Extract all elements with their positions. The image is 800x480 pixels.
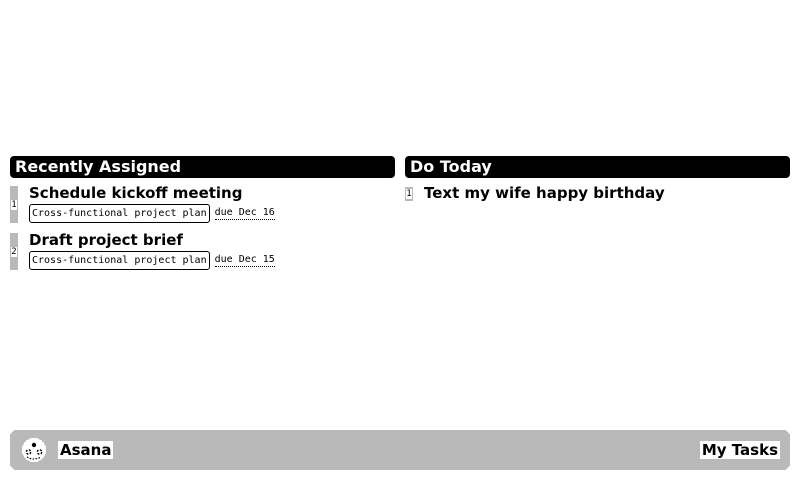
task-item[interactable]: 1 Text my wife happy birthday	[405, 184, 790, 202]
task-index-marker: 1	[10, 186, 18, 223]
due-date: due Dec 15	[214, 254, 275, 267]
task-index-number: 2	[10, 246, 18, 257]
task-index-marker: 1	[405, 187, 413, 201]
recently-assigned-header: Recently Assigned	[10, 156, 395, 178]
task-index-number: 1	[405, 189, 413, 199]
due-date: due Dec 16	[214, 207, 275, 220]
project-tag[interactable]: Cross-functional project plan	[29, 251, 210, 270]
project-tag[interactable]: Cross-functional project plan	[29, 204, 210, 223]
do-today-column: Do Today 1 Text my wife happy birthday	[405, 156, 790, 202]
recently-assigned-column: Recently Assigned 1 Schedule kickoff mee…	[10, 156, 395, 270]
task-index-number: 1	[10, 199, 18, 210]
task-title[interactable]: Draft project brief	[29, 231, 275, 249]
task-title[interactable]: Schedule kickoff meeting	[29, 184, 275, 202]
footer-bar: Asana My Tasks	[10, 430, 790, 470]
task-index-marker: 2	[10, 233, 18, 270]
asana-logo-icon	[22, 438, 46, 462]
task-item[interactable]: 1 Schedule kickoff meeting Cross-functio…	[10, 184, 395, 223]
do-today-header: Do Today	[405, 156, 790, 178]
view-label[interactable]: My Tasks	[699, 441, 780, 459]
app-name: Asana	[58, 441, 114, 459]
task-title[interactable]: Text my wife happy birthday	[424, 184, 665, 202]
task-item[interactable]: 2 Draft project brief Cross-functional p…	[10, 231, 395, 270]
